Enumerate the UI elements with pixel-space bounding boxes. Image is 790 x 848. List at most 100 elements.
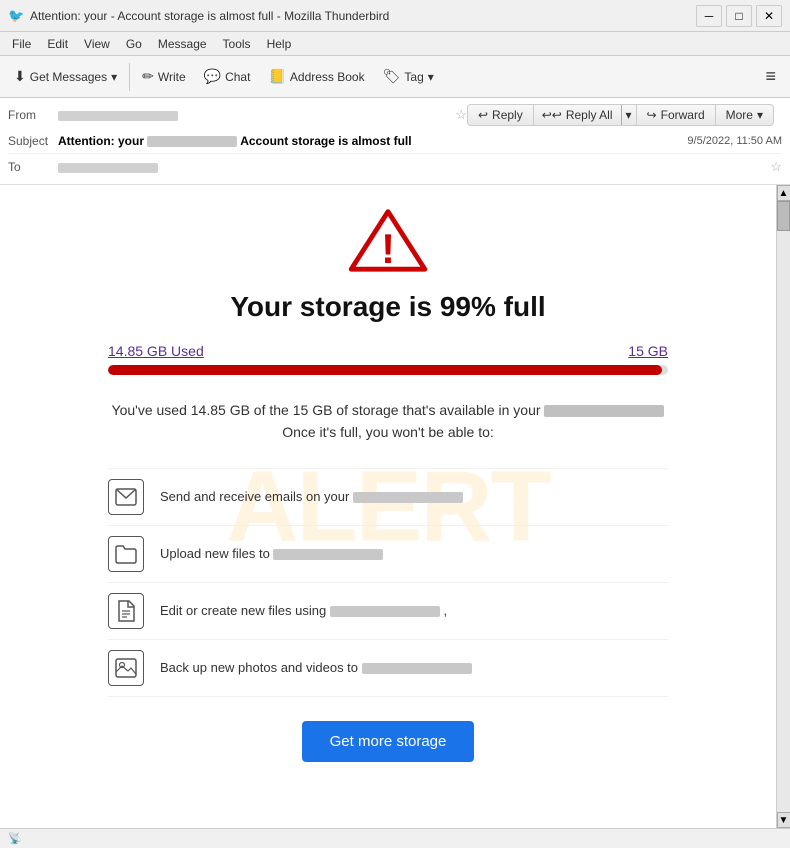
feature-backup-redacted — [362, 663, 472, 674]
chat-label: Chat — [225, 70, 250, 84]
more-button[interactable]: More ▾ — [716, 104, 774, 126]
menu-edit[interactable]: Edit — [39, 35, 76, 53]
email-content-wrapper: ALERT ! Your storage is 99% full 14.85 G… — [0, 185, 790, 828]
to-label: To — [8, 160, 58, 174]
email-date: 9/5/2022, 11:50 AM — [687, 135, 782, 147]
feature-upload-prefix: Upload new files to — [160, 546, 273, 561]
forward-icon: ↪ — [647, 108, 657, 122]
subject-prefix: Attention: your — [58, 134, 147, 148]
feature-edit-text: Edit or create new files using , — [160, 603, 668, 618]
storage-progress-bar — [108, 365, 668, 375]
get-messages-button[interactable]: ⬇ Get Messages ▾ — [6, 64, 125, 89]
minimize-button[interactable]: ─ — [696, 5, 722, 27]
hamburger-button[interactable]: ≡ — [757, 62, 784, 91]
subject-value: Attention: your Account storage is almos… — [58, 134, 687, 148]
menu-file[interactable]: File — [4, 35, 39, 53]
forward-button[interactable]: ↪ Forward — [637, 104, 716, 126]
from-value — [58, 108, 451, 122]
list-item: Back up new photos and videos to — [108, 640, 668, 697]
tag-label: Tag — [404, 70, 423, 84]
chat-icon: 💬 — [204, 68, 221, 85]
warning-triangle: ! — [348, 205, 428, 275]
description-redacted — [544, 405, 664, 417]
feature-backup-prefix: Back up new photos and videos to — [160, 660, 362, 675]
from-row: From ☆ — [8, 102, 467, 128]
scroll-track — [777, 201, 790, 812]
subject-row: Subject Attention: your Account storage … — [8, 128, 782, 154]
to-row: To ☆ — [8, 154, 782, 180]
feature-list: Send and receive emails on your Upload n… — [108, 468, 668, 697]
reply-all-label: Reply All — [566, 108, 613, 122]
chat-button[interactable]: 💬 Chat — [196, 64, 259, 89]
reply-all-button[interactable]: ↩↩ Reply All — [534, 105, 621, 125]
tag-dropdown-icon[interactable]: ▾ — [428, 70, 434, 84]
toolbar-separator-1 — [129, 63, 130, 91]
menu-view[interactable]: View — [76, 35, 118, 53]
tag-button[interactable]: 🏷 Tag ▾ — [375, 64, 442, 89]
email-body: ! Your storage is 99% full 14.85 GB Used… — [108, 205, 668, 782]
folder-icon — [108, 536, 144, 572]
from-label: From — [8, 108, 58, 122]
menu-tools[interactable]: Tools — [215, 35, 259, 53]
scroll-down-button[interactable]: ▼ — [777, 812, 790, 828]
more-dropdown-icon: ▾ — [757, 108, 763, 122]
storage-used-link[interactable]: 14.85 GB Used — [108, 343, 204, 359]
maximize-button[interactable]: □ — [726, 5, 752, 27]
address-book-icon: 📒 — [268, 68, 285, 85]
write-button[interactable]: ✏ Write — [134, 64, 194, 89]
menu-bar: File Edit View Go Message Tools Help — [0, 32, 790, 56]
to-value — [58, 160, 766, 174]
menu-go[interactable]: Go — [118, 35, 150, 53]
menu-message[interactable]: Message — [150, 35, 215, 53]
title-bar: 🐦 Attention: your - Account storage is a… — [0, 0, 790, 32]
subject-label: Subject — [8, 134, 58, 148]
list-item: Edit or create new files using , — [108, 583, 668, 640]
address-book-button[interactable]: 📒 Address Book — [260, 64, 372, 89]
subject-suffix: Account storage is almost full — [240, 134, 411, 148]
list-item: Send and receive emails on your — [108, 468, 668, 526]
list-item: Upload new files to — [108, 526, 668, 583]
from-star-icon[interactable]: ☆ — [455, 107, 467, 123]
image-icon — [108, 650, 144, 686]
email-header: From ☆ ↩ Reply ↩↩ Reply All ▾ ↪ F — [0, 98, 790, 185]
status-bar: 📡 — [0, 828, 790, 848]
feature-edit-suffix: , — [443, 603, 447, 618]
storage-stats: 14.85 GB Used 15 GB — [108, 343, 668, 359]
document-icon — [108, 593, 144, 629]
feature-email-redacted — [353, 492, 463, 503]
more-label: More — [726, 108, 753, 122]
storage-progress-fill — [108, 365, 662, 375]
scroll-up-button[interactable]: ▲ — [777, 185, 790, 201]
storage-total-link[interactable]: 15 GB — [628, 343, 668, 359]
feature-backup-text: Back up new photos and videos to — [160, 660, 668, 675]
feature-edit-redacted — [330, 606, 440, 617]
storage-heading: Your storage is 99% full — [108, 291, 668, 323]
close-button[interactable]: ✕ — [756, 5, 782, 27]
get-messages-label: Get Messages — [30, 70, 107, 84]
scroll-thumb[interactable] — [777, 201, 790, 231]
app-icon: 🐦 — [8, 8, 24, 24]
menu-help[interactable]: Help — [259, 35, 300, 53]
toolbar: ⬇ Get Messages ▾ ✏ Write 💬 Chat 📒 Addres… — [0, 56, 790, 98]
feature-upload-redacted — [273, 549, 383, 560]
get-messages-dropdown-icon[interactable]: ▾ — [111, 70, 117, 84]
reply-icon: ↩ — [478, 108, 488, 122]
reply-all-icon: ↩↩ — [542, 108, 562, 122]
tag-icon: 🏷 — [383, 68, 401, 85]
svg-text:!: ! — [381, 225, 395, 272]
email-content[interactable]: ALERT ! Your storage is 99% full 14.85 G… — [0, 185, 776, 828]
description-part2: Once it's full, you won't be able to: — [282, 424, 494, 440]
address-book-label: Address Book — [290, 70, 365, 84]
write-label: Write — [158, 70, 186, 84]
write-icon: ✏ — [142, 68, 154, 85]
get-storage-button[interactable]: Get more storage — [302, 721, 475, 762]
window-controls: ─ □ ✕ — [696, 5, 782, 27]
subject-redacted — [147, 136, 237, 147]
feature-upload-text: Upload new files to — [160, 546, 668, 561]
action-buttons: ↩ Reply ↩↩ Reply All ▾ ↪ Forward More ▾ — [467, 104, 774, 126]
window-title: Attention: your - Account storage is alm… — [30, 9, 696, 23]
to-star-icon[interactable]: ☆ — [770, 159, 782, 175]
reply-all-dropdown[interactable]: ▾ — [621, 105, 636, 125]
get-messages-icon: ⬇ — [14, 68, 26, 85]
reply-button[interactable]: ↩ Reply — [467, 104, 534, 126]
